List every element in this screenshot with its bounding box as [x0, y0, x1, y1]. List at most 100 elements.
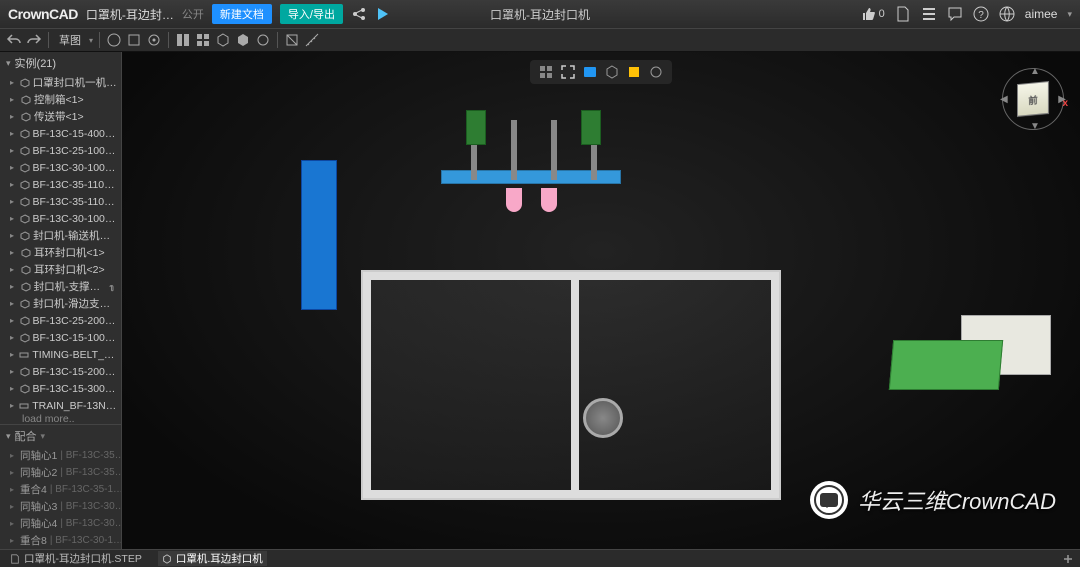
- add-tab-icon[interactable]: [1062, 553, 1074, 565]
- tree-item-label: 封口机-支撑<1>: [34, 279, 104, 294]
- tree-item[interactable]: ▸ BF-13C-15-40000_AS: [0, 125, 121, 142]
- mate-item[interactable]: ▸ 同轴心2 | BF-13C-35…: [0, 464, 121, 481]
- tree-item[interactable]: ▸BF-13C-15-10000_AS: [0, 329, 121, 346]
- tree-item-label: TRAIN_BF-13N_162_1: [32, 400, 117, 412]
- username[interactable]: aimee: [1025, 7, 1058, 21]
- tree-item[interactable]: ▸BF-13C-25-20000_AS: [0, 312, 121, 329]
- tree-item[interactable]: ▸TIMING-BELT_2_26_1: [0, 346, 121, 363]
- part-icon: [20, 129, 30, 139]
- display-mode-icon-4[interactable]: [235, 32, 251, 48]
- mate-label: 重合8: [20, 533, 47, 548]
- tree-item[interactable]: ▸BF-13C-15-30000_AS: [0, 380, 121, 397]
- toolbar: 草图 ▾: [0, 28, 1080, 52]
- part-icon: [20, 231, 30, 241]
- tree-item[interactable]: ▸封口机-滑边支撑<3>: [0, 295, 121, 312]
- tree-item[interactable]: ▸BF-13C-30-10000_AS: [0, 159, 121, 176]
- document-icon[interactable]: [895, 6, 911, 22]
- sketch-dropdown-icon[interactable]: ▾: [89, 36, 93, 45]
- mate-item[interactable]: ▸重合8 | BF-13C-30-1…: [0, 532, 121, 549]
- caret-icon: ▸: [10, 333, 17, 342]
- view-icon-3[interactable]: [146, 32, 162, 48]
- caret-icon: ▸: [10, 265, 18, 274]
- tree-item[interactable]: ▸BF-13C-15-20000_AS: [0, 363, 121, 380]
- mate-ref: | BF-13C-30…: [60, 501, 121, 512]
- part-icon: [21, 248, 31, 258]
- tree-item[interactable]: ▸BF-13C-35-11000_AS: [0, 176, 121, 193]
- play-icon[interactable]: [375, 6, 391, 22]
- mate-label: 重合4: [20, 482, 47, 497]
- tree-item[interactable]: ▸BF-13C-25-10000_AS: [0, 142, 121, 159]
- caret-icon: ▸: [10, 248, 18, 257]
- vp-tool-3[interactable]: [604, 64, 620, 80]
- tree-item[interactable]: ▸控制箱<1>: [0, 91, 121, 108]
- mate-item[interactable]: ▸同轴心3 | BF-13C-30…: [0, 498, 121, 515]
- vp-tool-1[interactable]: [538, 64, 554, 80]
- tree-item-label: 传送带<1>: [34, 109, 84, 124]
- undo-icon[interactable]: [6, 32, 22, 48]
- mate-ref: | BF-13C-30…: [60, 518, 121, 529]
- vp-expand-icon[interactable]: [560, 64, 576, 80]
- measure-icon[interactable]: [304, 32, 320, 48]
- cube-face-front[interactable]: 前: [1017, 81, 1049, 117]
- part-icon: [20, 180, 30, 190]
- load-more[interactable]: load more..: [0, 414, 121, 424]
- tree-item[interactable]: ▸BF-13C-30-10000_AS: [0, 210, 121, 227]
- sketch-label[interactable]: 草图: [55, 32, 85, 48]
- tree-item-label: BF-13C-15-40000_AS: [33, 128, 118, 140]
- like-count[interactable]: 0: [861, 6, 885, 22]
- tab-assembly[interactable]: 口罩机.耳边封口机: [158, 551, 267, 566]
- mate-item[interactable]: ▸同轴心1 | BF-13C-35…: [0, 447, 121, 464]
- viewport-toolbar: [530, 60, 672, 84]
- caret-icon: ▸: [10, 163, 17, 172]
- user-dropdown-icon[interactable]: ▾: [1067, 9, 1072, 20]
- globe-icon[interactable]: [999, 6, 1015, 22]
- mate-ref: | BF-13C-35-1…: [50, 484, 121, 495]
- vp-tool-blue[interactable]: [582, 64, 598, 80]
- help-icon[interactable]: ?: [973, 6, 989, 22]
- caret-icon: ▸: [10, 384, 17, 393]
- redo-icon[interactable]: [26, 32, 42, 48]
- view-icon-2[interactable]: [126, 32, 142, 48]
- share-icon[interactable]: [351, 6, 367, 22]
- tab-step-file[interactable]: 口罩机-耳边封口机.STEP: [6, 551, 146, 566]
- mate-ref: | BF-13C-35…: [60, 467, 121, 478]
- caret-icon: ▸: [10, 468, 14, 477]
- chat-icon[interactable]: [947, 6, 963, 22]
- part-icon: [20, 163, 30, 173]
- section-icon[interactable]: [284, 32, 300, 48]
- list-icon[interactable]: [921, 6, 937, 22]
- tree-item[interactable]: ▸封口机-输送机构<1>: [0, 227, 121, 244]
- part-icon: [20, 197, 30, 207]
- vp-tool-5[interactable]: [648, 64, 664, 80]
- 3d-viewport[interactable]: ▲ ▼ ◀ ▶ 前 x: [122, 52, 1080, 549]
- part-icon: [20, 214, 30, 224]
- tree-item[interactable]: ▸传送带<1>: [0, 108, 121, 125]
- tree-item[interactable]: ▸TRAIN_BF-13N_162_1: [0, 397, 121, 414]
- caret-icon: ▸: [10, 180, 17, 189]
- display-mode-icon-2[interactable]: [195, 32, 211, 48]
- tree-item[interactable]: ▸耳环封口机<1>: [0, 244, 121, 261]
- caret-icon: ▸: [10, 129, 17, 138]
- caret-icon: ▸: [10, 536, 14, 545]
- mate-label: 同轴心2: [20, 465, 57, 480]
- tree-item[interactable]: ▸封口机-支撑<1>: [0, 278, 121, 295]
- document-name[interactable]: 口罩机-耳边封…: [86, 6, 174, 23]
- display-mode-icon-5[interactable]: [255, 32, 271, 48]
- mates-header[interactable]: 配合▾: [0, 424, 121, 447]
- tree-item[interactable]: ▸BF-13C-35-11000_AS: [0, 193, 121, 210]
- caret-icon: ▸: [10, 350, 16, 359]
- vp-tool-yellow[interactable]: [626, 64, 642, 80]
- display-mode-icon-1[interactable]: [175, 32, 191, 48]
- view-cube[interactable]: ▲ ▼ ◀ ▶ 前 x: [1002, 68, 1064, 130]
- instances-header[interactable]: 实例(21): [0, 52, 121, 74]
- new-doc-button[interactable]: 新建文档: [212, 4, 272, 24]
- view-icon-1[interactable]: [106, 32, 122, 48]
- tree-item[interactable]: ▸耳环封口机<2>: [0, 261, 121, 278]
- display-mode-icon-3[interactable]: [215, 32, 231, 48]
- caret-icon: ▸: [10, 316, 17, 325]
- mate-item[interactable]: ▸重合4 | BF-13C-35-1…: [0, 481, 121, 498]
- tree-item[interactable]: ▸口罩封口机一机体<1>: [0, 74, 121, 91]
- wechat-icon: [810, 481, 848, 519]
- mate-item[interactable]: ▸同轴心4 | BF-13C-30…: [0, 515, 121, 532]
- import-export-button[interactable]: 导入/导出: [280, 4, 343, 24]
